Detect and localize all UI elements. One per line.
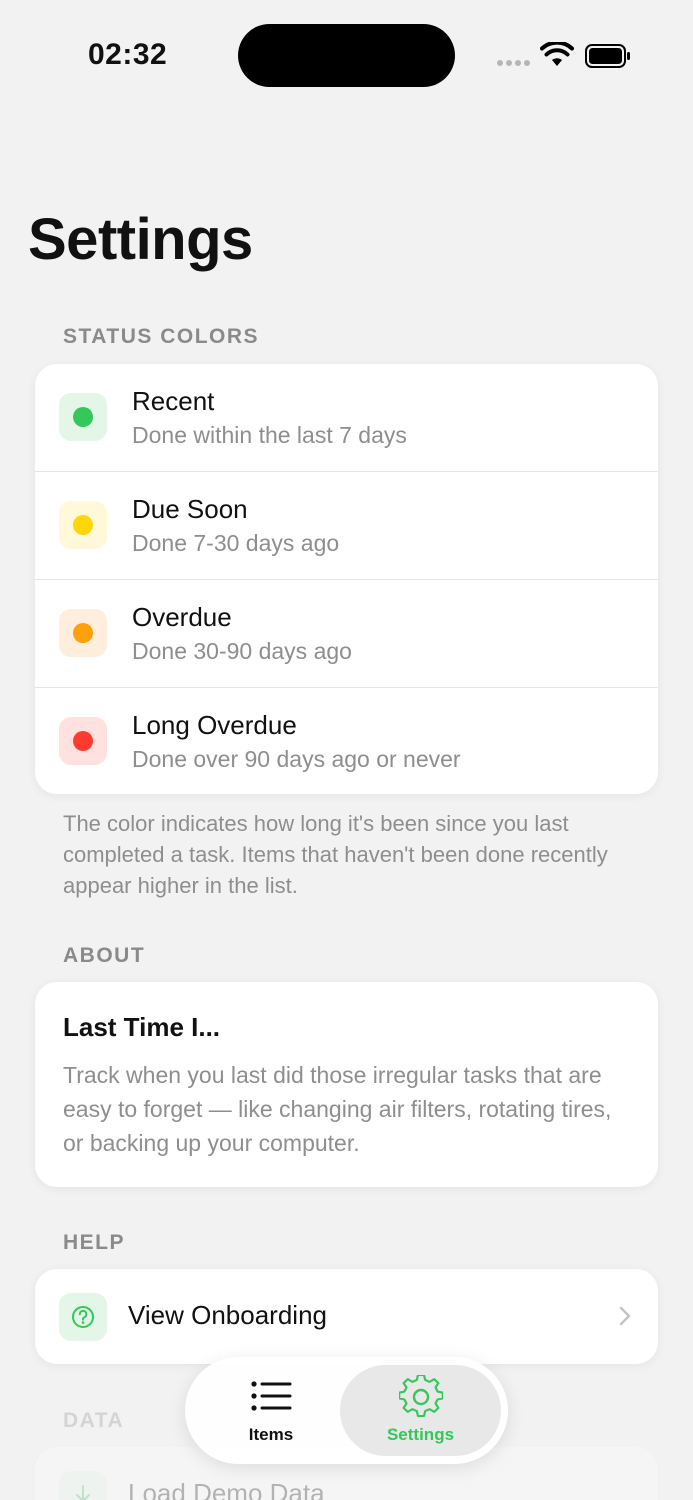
status-subtitle: Done over 90 days ago or never [132, 746, 461, 772]
red-dot-icon [73, 731, 93, 751]
gear-icon [398, 1375, 443, 1418]
status-row-overdue: Overdue Done 30-90 days ago [35, 580, 658, 688]
status-subtitle: Done within the last 7 days [132, 422, 407, 448]
status-title: Overdue [132, 602, 232, 632]
about-header: ABOUT [63, 944, 146, 967]
status-colors-header: STATUS COLORS [63, 325, 260, 348]
status-time: 02:32 [88, 38, 168, 71]
tab-items[interactable]: Items [191, 1365, 351, 1456]
status-row-due-soon: Due Soon Done 7-30 days ago [35, 472, 658, 580]
green-dot-icon [73, 407, 93, 427]
status-dot-badge [59, 609, 107, 657]
view-onboarding-label: View Onboarding [128, 1300, 327, 1330]
status-colors-footnote: The color indicates how long it's been s… [63, 811, 608, 898]
tab-settings-label: Settings [386, 1425, 455, 1444]
status-colors-card: Recent Done within the last 7 days Due S… [35, 364, 658, 794]
app-description: Track when you last did those irregular … [63, 1062, 612, 1156]
load-demo-data-label: Load Demo Data [128, 1478, 325, 1500]
page-title: Settings [28, 207, 253, 272]
status-subtitle: Done 7-30 days ago [132, 530, 340, 556]
status-dot-badge [59, 393, 107, 441]
status-dot-badge [59, 717, 107, 765]
list-icon [251, 1381, 292, 1411]
app-name: Last Time I... [63, 1012, 221, 1042]
status-bar: 02:32 [0, 0, 693, 110]
help-icon-badge [59, 1293, 107, 1341]
data-header: DATA [63, 1409, 125, 1432]
status-row-long-overdue: Long Overdue Done over 90 days ago or ne… [35, 688, 658, 794]
status-title: Long Overdue [132, 710, 297, 740]
tab-items-label: Items [248, 1425, 294, 1444]
battery-icon [585, 44, 630, 68]
status-title: Due Soon [132, 494, 248, 524]
download-icon-badge [59, 1471, 107, 1500]
help-header: HELP [63, 1231, 126, 1254]
orange-dot-icon [73, 623, 93, 643]
view-onboarding-button[interactable]: View Onboarding [35, 1269, 658, 1364]
tab-settings[interactable]: Settings [340, 1365, 501, 1456]
status-title: Recent [132, 386, 215, 416]
cellular-signal-icon [497, 60, 530, 66]
chevron-right-icon [619, 1306, 631, 1326]
yellow-dot-icon [73, 515, 93, 535]
question-circle-icon [72, 1306, 94, 1328]
download-icon [76, 1485, 90, 1500]
wifi-icon [540, 42, 574, 66]
status-dot-badge [59, 501, 107, 549]
about-card: Last Time I... Track when you last did t… [35, 982, 658, 1187]
dynamic-island [238, 24, 455, 87]
tab-bar: Items Settings [185, 1357, 508, 1464]
status-row-recent: Recent Done within the last 7 days [35, 364, 658, 472]
status-subtitle: Done 30-90 days ago [132, 638, 352, 664]
